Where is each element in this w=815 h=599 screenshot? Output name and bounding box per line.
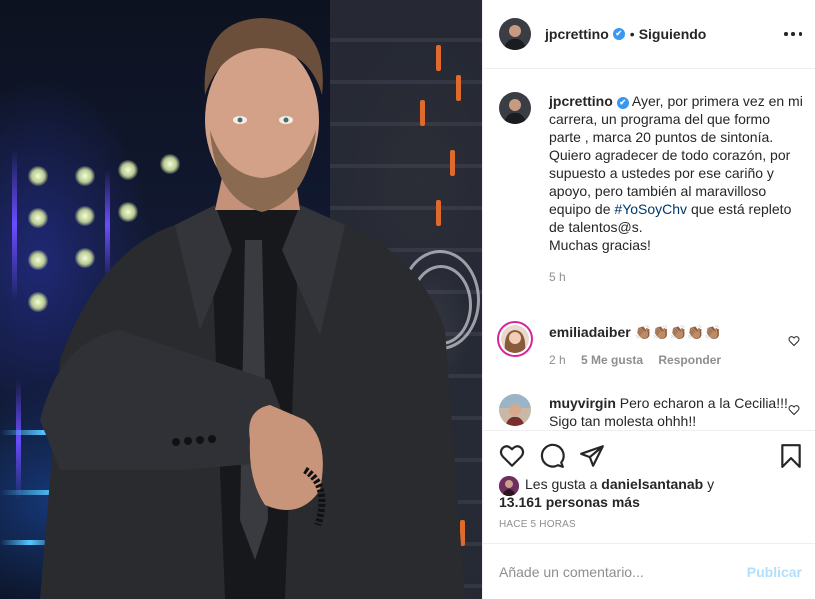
comment-text: 👏🏽👏🏽👏🏽👏🏽👏🏽 [634,324,722,340]
publish-button[interactable]: Publicar [747,564,802,580]
header-separator: • [629,26,635,42]
comment-input[interactable] [499,562,729,582]
likes-prefix: Les gusta a [525,476,598,492]
caption-meta: 5 h [549,268,804,286]
post-header: jpcrettino ✔ • Siguiendo [483,0,815,69]
liker-username[interactable]: danielsantanab [601,476,703,492]
man-in-suit [40,18,465,599]
reply-button[interactable]: Responder [658,353,721,367]
save-bookmark-icon[interactable] [778,443,804,469]
comments-list[interactable]: jpcrettino ✔ Ayer, por primera vez en mi … [483,69,815,430]
commenter-avatar[interactable] [499,394,531,426]
likes-summary: Les gusta a danielsantanab y 13.161 pers… [499,475,804,511]
caption-avatar[interactable] [499,92,531,124]
likes-count[interactable]: 13.161 personas más [499,494,640,510]
action-bar [483,430,815,473]
following-button[interactable]: Siguiendo [639,26,707,42]
comment-likes[interactable]: 5 Me gusta [581,353,643,367]
verified-badge-icon: ✔ [612,28,625,40]
caption-body: Ayer, por primera vez en mi carrera, un … [549,93,803,217]
commenter-username[interactable]: emiliadaiber [549,324,631,340]
commenter-username[interactable]: muyvirgin [549,395,616,411]
author-avatar[interactable] [499,18,531,50]
comment-row: emiliadaiber 👏🏽👏🏽👏🏽👏🏽👏🏽 2 h 5 Me gusta R… [497,321,804,369]
like-comment-heart-icon[interactable] [788,404,800,416]
author-username[interactable]: jpcrettino [545,26,609,42]
post-panel: jpcrettino ✔ • Siguiendo jpcrettino ✔ Aye… [482,0,815,599]
comment-meta: 2 h 5 Me gusta Responder [549,351,804,369]
liker-avatar[interactable] [499,476,519,496]
comment-bubble-icon[interactable] [539,443,565,469]
verified-badge-icon: ✔ [616,97,629,109]
commenter-avatar[interactable] [497,321,533,357]
like-comment-heart-icon[interactable] [788,335,800,347]
likes-connector: y [707,476,715,492]
caption-age[interactable]: 5 h [549,270,566,284]
share-direct-icon[interactable] [579,443,605,469]
caption-username[interactable]: jpcrettino [549,93,613,109]
comment-age[interactable]: 2 h [549,353,566,367]
caption-text: jpcrettino ✔ Ayer, por primera vez en mi … [549,92,804,254]
like-heart-icon[interactable] [499,443,525,469]
comment-row: muyvirgin Pero echaron a la Cecilia!!! S… [499,394,804,430]
caption-row: jpcrettino ✔ Ayer, por primera vez en mi … [499,92,804,286]
post-timestamp[interactable]: Hace 5 horas [499,519,576,530]
comment-composer: Publicar [483,543,815,599]
hashtag-link[interactable]: #YoSoyChv [614,201,687,217]
more-options-icon[interactable] [784,26,802,42]
post-photo[interactable] [0,0,482,599]
